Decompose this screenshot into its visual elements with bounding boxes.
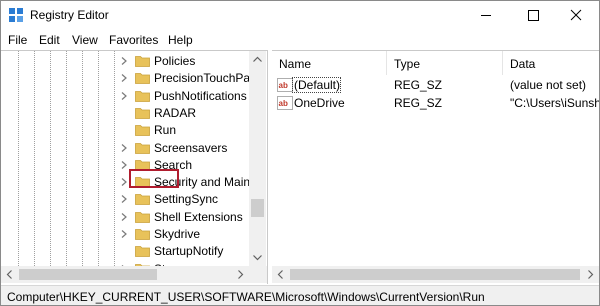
registry-path: Computer\HKEY_CURRENT_USER\SOFTWARE\Micr… [7, 290, 485, 304]
folder-icon [135, 246, 150, 258]
value-type: REG_SZ [394, 78, 443, 92]
tree-item[interactable]: PushNotifications [1, 88, 249, 105]
string-value-icon: ab [277, 96, 293, 110]
tree-vertical-scroll-thumb[interactable] [251, 199, 264, 217]
tree-item[interactable]: Run [1, 122, 249, 139]
tree-item-label: StartupNotify [154, 244, 224, 259]
scroll-right-arrow-icon[interactable] [582, 266, 599, 283]
chevron-right-icon[interactable] [119, 143, 129, 153]
tree-item-label: PushNotifications [154, 88, 247, 103]
scroll-down-arrow-icon[interactable] [249, 249, 266, 266]
chevron-right-icon[interactable] [119, 73, 129, 83]
scrollbar-corner [249, 266, 266, 283]
registry-editor-window: Registry Editor File Edit View Favorites… [0, 0, 600, 306]
tree-item[interactable]: SettingSync [1, 191, 249, 208]
folder-icon [135, 56, 150, 67]
chevron-right-icon[interactable] [119, 160, 129, 170]
tree-vertical-scrollbar[interactable] [249, 51, 266, 266]
list-horizontal-scroll-thumb[interactable] [290, 269, 580, 280]
tree-item-label: Run [154, 123, 177, 138]
value-data: "C:\Users\iSunsha [510, 96, 599, 110]
value-type: REG_SZ [394, 96, 443, 110]
column-separator[interactable] [502, 51, 503, 75]
scroll-right-arrow-icon[interactable] [232, 266, 249, 283]
folder-icon [135, 73, 150, 85]
tree-horizontal-scroll-thumb[interactable] [19, 269, 157, 280]
folder-icon [135, 107, 150, 119]
folder-icon [135, 90, 150, 102]
registry-value-row[interactable]: ab OneDrive REG_SZ "C:\Users\iSunsha [272, 95, 599, 112]
tree-item[interactable]: PrecisionTouchPad [1, 70, 257, 87]
scroll-left-arrow-icon[interactable] [1, 266, 18, 283]
title-bar: Registry Editor [1, 1, 599, 30]
tree-item-label: PrecisionTouchPad [154, 71, 257, 86]
window-title: Registry Editor [30, 8, 109, 22]
tree-item-label: SettingSync [154, 192, 219, 207]
tree-item[interactable]: RADAR [1, 105, 249, 122]
column-header-type[interactable]: Type [394, 57, 420, 71]
minimize-button[interactable] [463, 1, 509, 30]
menu-edit[interactable]: Edit [39, 33, 60, 47]
tree-item-label: Skydrive [154, 227, 201, 241]
folder-icon [135, 194, 150, 206]
column-header-data[interactable]: Data [510, 57, 535, 71]
status-bar: Computer\HKEY_CURRENT_USER\SOFTWARE\Micr… [1, 285, 599, 305]
tree-item[interactable]: Skydrive [1, 226, 249, 243]
tree-item[interactable]: StartupNotify [1, 243, 249, 260]
values-list-pane: Name Type Data ab (Default) REG_SZ (value n… [272, 50, 599, 284]
tree-item[interactable]: Shell Extensions [1, 209, 249, 226]
string-value-icon: ab [277, 78, 293, 92]
tree-item[interactable]: Search [1, 157, 249, 174]
registry-app-icon [9, 8, 23, 22]
value-name: OneDrive [294, 96, 345, 110]
tree-item[interactable]: Policies [1, 53, 249, 70]
chevron-right-icon[interactable] [119, 212, 129, 222]
chevron-right-icon[interactable] [119, 177, 129, 187]
svg-text:ab: ab [279, 81, 288, 90]
menu-help[interactable]: Help [168, 33, 193, 47]
value-data: (value not set) [510, 78, 587, 92]
minimize-icon [481, 15, 491, 16]
chevron-right-icon[interactable] [119, 194, 129, 204]
column-header-name[interactable]: Name [279, 57, 311, 71]
scroll-up-arrow-icon[interactable] [249, 51, 266, 68]
close-icon [570, 9, 582, 21]
menu-favorites[interactable]: Favorites [109, 33, 158, 47]
selected-key-outline [129, 169, 179, 188]
tree-item[interactable]: Screensavers [1, 140, 249, 157]
menu-view[interactable]: View [72, 33, 98, 47]
close-button[interactable] [553, 1, 599, 30]
maximize-icon [528, 10, 539, 21]
svg-text:ab: ab [279, 99, 288, 108]
value-name: (Default) [294, 78, 341, 92]
folder-icon [135, 211, 150, 223]
menu-bar: File Edit View Favorites Help [1, 30, 599, 50]
folder-icon [135, 229, 150, 240]
scroll-left-arrow-icon[interactable] [272, 266, 289, 283]
maximize-button[interactable] [509, 1, 555, 30]
tree-item-label: Screensavers [154, 140, 228, 155]
chevron-right-icon[interactable] [119, 56, 129, 66]
folder-icon [135, 142, 150, 154]
folder-icon [135, 125, 150, 137]
menu-file[interactable]: File [8, 33, 27, 47]
column-separator[interactable] [386, 51, 387, 75]
chevron-right-icon[interactable] [119, 91, 129, 101]
tree-item-label: Policies [154, 54, 196, 68]
tree-item-label: Shell Extensions [154, 209, 243, 224]
registry-value-row[interactable]: ab (Default) REG_SZ (value not set) [272, 77, 599, 94]
tree-item-label: RADAR [154, 105, 197, 120]
tree-pane: Policies PrecisionTouchPad PushNotificatio… [1, 50, 267, 284]
chevron-right-icon[interactable] [119, 229, 129, 239]
tree-item[interactable]: Security and Maint [1, 174, 253, 191]
